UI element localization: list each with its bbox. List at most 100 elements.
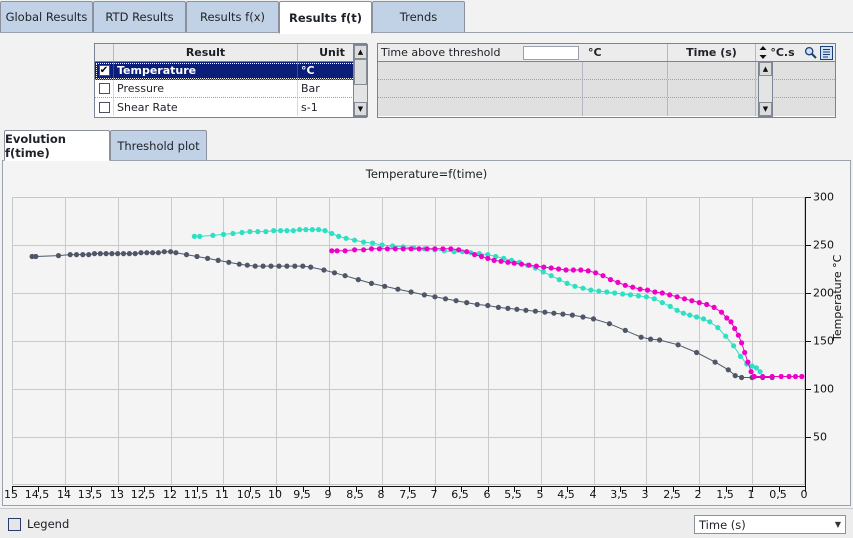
- row-checkbox-cell[interactable]: ✔: [95, 62, 114, 79]
- clipboard-icon[interactable]: [820, 45, 833, 60]
- series-slate-marker: [725, 367, 731, 373]
- series-magenta-marker: [519, 261, 525, 267]
- series-cyan-marker: [239, 229, 245, 236]
- series-slate-marker: [442, 296, 449, 302]
- series-magenta: [329, 246, 805, 380]
- threshold-table-scrollbar[interactable]: ▲ ▼: [758, 61, 773, 117]
- scroll-thumb[interactable]: [354, 59, 367, 85]
- tab-threshold-plot[interactable]: Threshold plot: [110, 130, 207, 160]
- row-checkbox-cell[interactable]: [95, 98, 114, 116]
- table-row[interactable]: Shear Rate s-1: [95, 98, 366, 116]
- series-cyan-marker: [715, 325, 721, 331]
- sort-arrows-icon[interactable]: [756, 44, 770, 61]
- threshold-input[interactable]: [523, 45, 579, 60]
- threshold-table-header: Time above threshold °C Time (s) °C.s: [378, 44, 835, 62]
- series-slate-marker: [109, 251, 115, 257]
- tab-results-ft[interactable]: Results f(t): [279, 1, 372, 34]
- series-cyan-marker: [247, 229, 253, 235]
- table-row[interactable]: Pressure Bar: [95, 80, 366, 98]
- series-magenta-marker: [718, 309, 725, 315]
- search-icon[interactable]: [804, 46, 817, 59]
- scroll-track[interactable]: [759, 76, 772, 102]
- series-magenta-marker: [704, 301, 710, 308]
- series-slate-marker: [97, 251, 103, 257]
- series-slate-marker: [67, 252, 73, 258]
- chart-footer: Legend Time (s) ▼: [0, 508, 853, 538]
- series-cyan-marker: [707, 319, 713, 325]
- series-magenta-marker: [792, 373, 799, 380]
- result-table-scrollbar[interactable]: ▲ ▼: [353, 44, 368, 117]
- series-slate-line: [32, 251, 773, 378]
- table-row[interactable]: ✔ Temperature °C: [95, 62, 366, 80]
- x-axis-tick-label: 2,5: [663, 488, 681, 501]
- scroll-track[interactable]: [354, 85, 367, 102]
- series-cyan-marker: [556, 277, 562, 283]
- series-slate-marker: [382, 283, 388, 289]
- main-tabbar: Global Results RTD Results Results f(x) …: [0, 0, 853, 34]
- x-axis-select[interactable]: Time (s) ▼: [694, 515, 846, 534]
- series-slate-marker: [495, 304, 501, 310]
- series-cyan-marker: [191, 233, 197, 239]
- series-slate-marker: [432, 294, 438, 300]
- result-table-header-check: [95, 44, 114, 61]
- series-magenta-marker: [498, 258, 504, 264]
- series-cyan-marker: [627, 292, 634, 298]
- checkbox-checked[interactable]: ✔: [98, 65, 110, 76]
- row-checkbox-cell[interactable]: [95, 80, 114, 97]
- series-slate: [29, 249, 775, 381]
- series-slate-marker: [657, 337, 663, 343]
- series-magenta-marker: [637, 286, 643, 292]
- series-slate-marker: [150, 250, 156, 256]
- plot-area[interactable]: [12, 197, 805, 485]
- tab-global-results[interactable]: Global Results: [0, 1, 93, 32]
- series-slate-marker: [260, 263, 266, 269]
- series-cyan-marker: [263, 229, 269, 235]
- series-cyan-marker: [329, 230, 335, 237]
- scroll-down-icon[interactable]: ▼: [759, 102, 772, 116]
- series-slate-marker: [103, 251, 109, 257]
- row-cell: [378, 62, 583, 79]
- series-magenta-marker: [505, 259, 511, 265]
- series-magenta-marker: [440, 246, 446, 252]
- series-slate-marker: [236, 261, 242, 267]
- legend-checkbox[interactable]: [8, 518, 21, 531]
- series-cyan-marker: [757, 369, 763, 375]
- x-axis-tick-label: 8,5: [346, 488, 364, 501]
- checkbox-unchecked[interactable]: [98, 83, 110, 94]
- y-axis-tick: [806, 245, 811, 246]
- tab-evolution-ftime[interactable]: Evolution f(time): [4, 130, 110, 161]
- series-slate-marker: [551, 310, 557, 316]
- scroll-down-icon[interactable]: ▼: [354, 102, 367, 116]
- series-slate-marker: [300, 263, 306, 269]
- series-layer: [29, 227, 805, 381]
- series-slate-marker: [622, 327, 628, 333]
- series-slate-marker: [173, 250, 179, 256]
- series-magenta-marker: [432, 246, 438, 252]
- series-magenta-marker: [541, 264, 547, 270]
- series-cyan-marker: [659, 300, 665, 306]
- series-cyan-marker: [667, 303, 673, 309]
- series-slate-marker: [694, 349, 700, 356]
- row-cell: [583, 80, 668, 97]
- checkbox-unchecked[interactable]: [98, 101, 110, 113]
- x-axis-tick-label: 4,5: [557, 488, 575, 501]
- scroll-up-icon[interactable]: ▲: [354, 45, 367, 59]
- threshold-input-cell[interactable]: [523, 44, 583, 61]
- y-axis-title: Temperature °C: [831, 254, 844, 341]
- series-cyan-marker: [336, 233, 342, 239]
- x-axis-tick-label: 14: [57, 488, 71, 501]
- series-magenta-marker: [384, 246, 390, 252]
- result-table-header-result: Result: [114, 44, 298, 61]
- y-axis-tick: [806, 197, 811, 198]
- series-magenta-marker: [491, 257, 497, 263]
- series-magenta-marker: [548, 265, 554, 271]
- tab-rtd-results[interactable]: RTD Results: [93, 1, 186, 32]
- series-magenta-marker: [448, 246, 454, 252]
- scroll-up-icon[interactable]: ▲: [759, 62, 772, 76]
- series-slate-marker: [514, 306, 520, 312]
- x-axis-tick-label: 2: [694, 488, 702, 501]
- tab-trends[interactable]: Trends: [372, 1, 465, 32]
- series-slate-marker: [292, 263, 298, 269]
- series-slate-marker: [395, 286, 401, 292]
- tab-results-fx[interactable]: Results f(x): [186, 1, 279, 32]
